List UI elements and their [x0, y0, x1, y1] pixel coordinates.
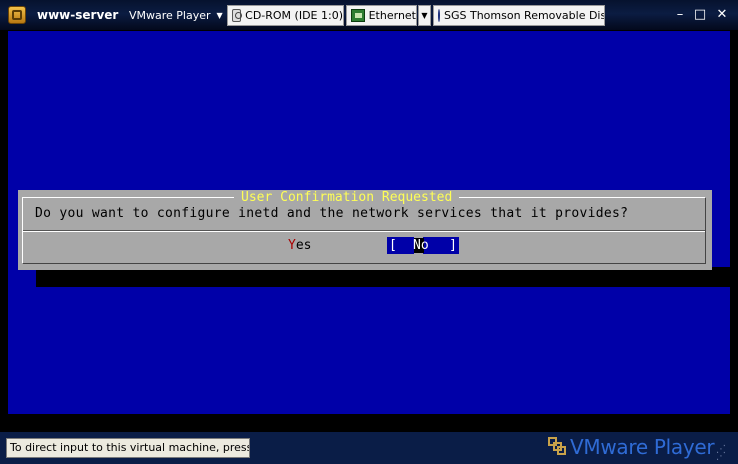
no-left-bracket: [	[389, 238, 397, 253]
logo-square	[557, 446, 566, 455]
cdrom-label: CD-ROM (IDE 1:0)	[245, 9, 343, 22]
vmware-app-icon[interactable]	[8, 6, 26, 24]
no-label: No	[413, 238, 429, 253]
ethernet-dropdown-button[interactable]: ▼	[418, 5, 431, 26]
title-bar: www-server VMware Player ▼ CD-ROM (IDE 1:…	[0, 0, 738, 31]
cdrom-icon	[232, 9, 243, 22]
yes-button[interactable]: Yes	[288, 237, 311, 254]
removable-disk-label: SGS Thomson Removable Disk	[444, 9, 605, 22]
dialog-message: Do you want to configure inetd and the n…	[35, 206, 629, 221]
dialog-separator	[23, 230, 705, 232]
removable-disk-device-button[interactable]: SGS Thomson Removable Disk	[433, 5, 605, 26]
player-menu-label: VMware Player	[129, 9, 211, 22]
vm-console[interactable]: User Confirmation Requested Do you want …	[8, 31, 730, 432]
ethernet-icon	[351, 9, 365, 22]
yes-hotkey: Y	[288, 238, 296, 253]
dialog-title: User Confirmation Requested	[234, 190, 460, 206]
minimize-button[interactable]: –	[672, 6, 688, 24]
resize-grip-icon[interactable]: ⋰ ⋰	[716, 445, 732, 462]
vmware-logo-icon	[548, 437, 566, 455]
vm-name: www-server	[37, 8, 119, 22]
no-right-bracket: ]	[449, 238, 457, 253]
player-menu[interactable]: VMware Player ▼	[129, 9, 223, 22]
ethernet-device-button[interactable]: Ethernet	[346, 5, 417, 26]
usb-disk-icon	[438, 9, 440, 22]
dropdown-arrow-icon: ▼	[216, 11, 223, 20]
maximize-button[interactable]: □	[692, 6, 708, 24]
status-hint: To direct input to this virtual machine,…	[6, 438, 250, 458]
no-button[interactable]: [ No ]	[387, 237, 459, 254]
vmware-logo-text: VMware Player	[570, 435, 715, 459]
dropdown-arrow-icon: ▼	[421, 11, 428, 20]
yes-label: es	[295, 238, 312, 253]
confirmation-dialog: User Confirmation Requested Do you want …	[18, 190, 712, 270]
ethernet-label: Ethernet	[368, 9, 416, 22]
close-button[interactable]: ✕	[714, 6, 730, 24]
dialog-shadow	[36, 267, 730, 287]
cdrom-device-button[interactable]: CD-ROM (IDE 1:0)	[227, 5, 344, 26]
